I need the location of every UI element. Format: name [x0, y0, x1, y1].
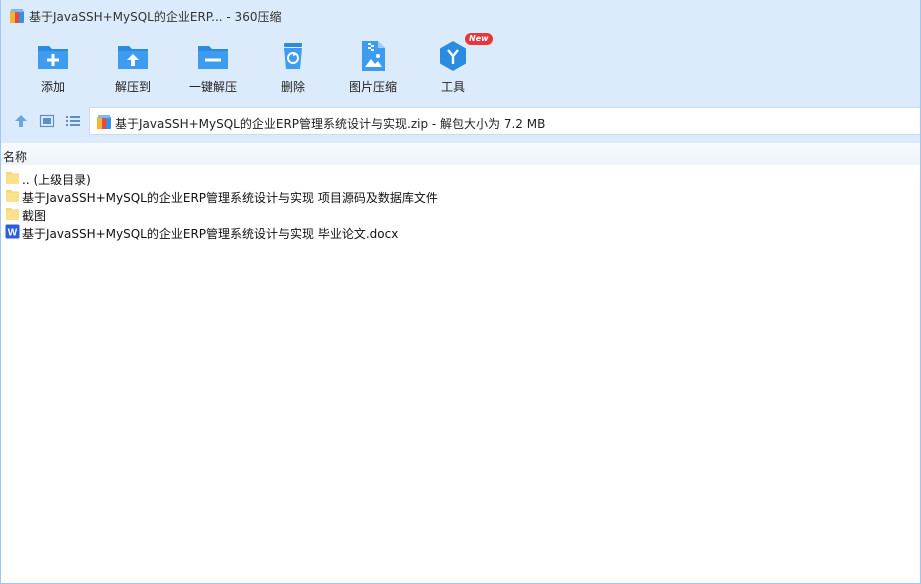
- archive-app-icon: [10, 9, 24, 23]
- svg-text:W: W: [8, 228, 18, 239]
- delete-icon: [284, 43, 302, 69]
- titlebar: 基于JavaSSH+MySQL的企业ERP... - 360压缩: [1, 0, 920, 32]
- list-item-parent-dir[interactable]: .. (上级目录): [1, 169, 601, 187]
- image-compress-label: 图片压缩: [348, 80, 397, 94]
- app-window: 基于JavaSSH+MySQL的企业ERP... - 360压缩 添加 解压到 …: [0, 0, 921, 584]
- list-item-screenshot-folder[interactable]: 截图: [1, 205, 601, 223]
- one-click-extract-icon: [198, 46, 228, 69]
- list-item-source-folder[interactable]: 基于JavaSSH+MySQL的企业ERP管理系统设计与实现 项目源码及数据库文…: [1, 187, 601, 205]
- folder-icon: [6, 172, 19, 184]
- tools-label: 工具: [440, 80, 465, 94]
- list-item-docx[interactable]: W 基于JavaSSH+MySQL的企业ERP管理系统设计与实现 毕业论文.do…: [1, 223, 601, 241]
- extract-to-button[interactable]: 解压到: [93, 36, 173, 98]
- tools-button[interactable]: New 工具: [413, 33, 493, 98]
- add-label: 添加: [40, 80, 65, 94]
- tools-icon: [440, 41, 466, 71]
- file-list: 名称 .. (上级目录) 基于JavaSSH+MySQL的企业ERP管理系统设计…: [1, 143, 920, 583]
- up-arrow-icon[interactable]: [13, 113, 29, 129]
- image-compress-button[interactable]: 图片压缩: [333, 36, 413, 98]
- folder-icon: [6, 190, 19, 202]
- list-item-name: .. (上级目录): [22, 173, 91, 187]
- image-compress-icon: [362, 41, 385, 71]
- list-item-name: 截图: [22, 209, 47, 223]
- top-area: 基于JavaSSH+MySQL的企业ERP... - 360压缩 添加 解压到 …: [1, 0, 920, 143]
- extract-to-icon: [118, 46, 148, 69]
- address-bar[interactable]: 基于JavaSSH+MySQL的企业ERP管理系统设计与实现.zip - 解包大…: [89, 107, 920, 135]
- column-header-label: 名称: [3, 150, 28, 164]
- address-row: 基于JavaSSH+MySQL的企业ERP管理系统设计与实现.zip - 解包大…: [1, 106, 920, 138]
- add-button[interactable]: 添加: [13, 36, 93, 98]
- toolbar: 添加 解压到 一键解压 删除 图片压缩 New 工具: [1, 33, 920, 98]
- one-click-extract-label: 一键解压: [188, 80, 237, 94]
- word-document-icon: W: [5, 224, 20, 239]
- list-item-name: 基于JavaSSH+MySQL的企业ERP管理系统设计与实现 项目源码及数据库文…: [22, 191, 438, 205]
- list-item-name: 基于JavaSSH+MySQL的企业ERP管理系统设计与实现 毕业论文.docx: [22, 227, 399, 241]
- one-click-extract-button[interactable]: 一键解压: [173, 36, 253, 98]
- new-badge: New: [465, 33, 493, 45]
- delete-button[interactable]: 删除: [253, 36, 333, 98]
- add-icon: [38, 46, 68, 69]
- address-text: 基于JavaSSH+MySQL的企业ERP管理系统设计与实现.zip - 解包大…: [115, 117, 546, 131]
- zip-file-icon: [97, 115, 111, 129]
- delete-label: 删除: [280, 80, 305, 94]
- window-title: 基于JavaSSH+MySQL的企业ERP... - 360压缩: [29, 10, 282, 24]
- column-header-name[interactable]: 名称: [1, 143, 920, 165]
- folder-icon: [6, 208, 19, 220]
- list-view-icon[interactable]: [65, 113, 81, 129]
- thumbnail-view-icon[interactable]: [39, 113, 55, 129]
- extract-to-label: 解压到: [114, 80, 151, 94]
